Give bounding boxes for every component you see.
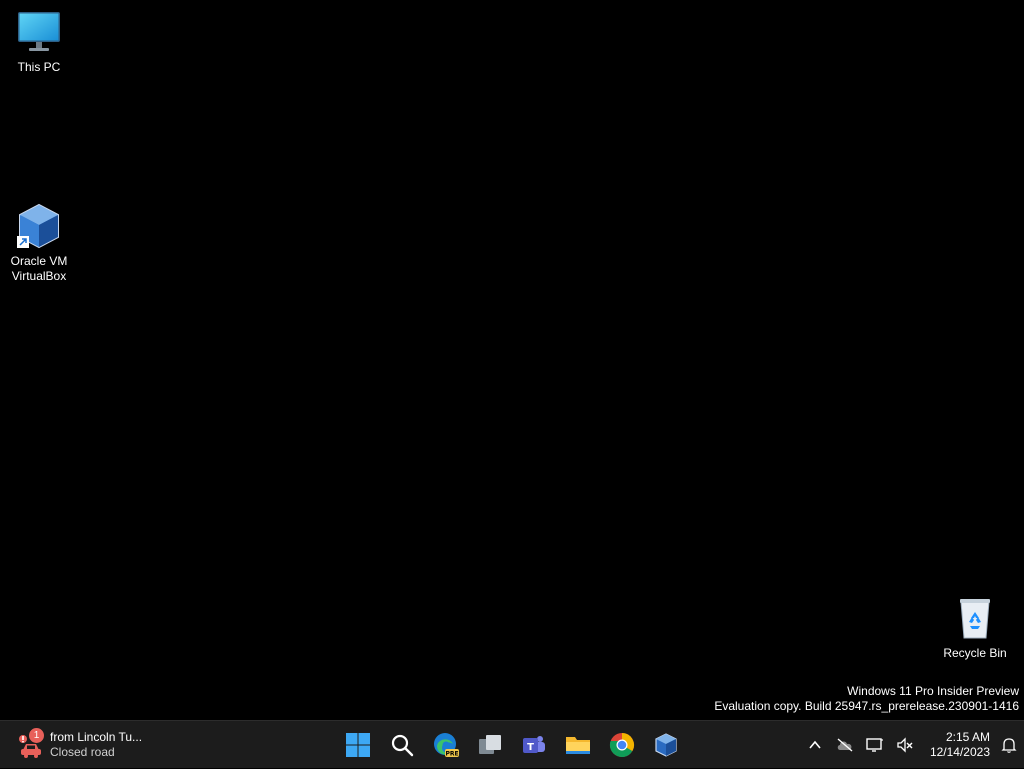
- onedrive-button[interactable]: [830, 725, 860, 765]
- traffic-car-icon: 1: [16, 728, 46, 760]
- virtualbox-icon: [15, 202, 63, 250]
- recycle-bin-label: Recycle Bin: [943, 646, 1007, 660]
- edge-icon: PRE: [434, 733, 459, 758]
- virtualbox-shortcut[interactable]: Oracle VM VirtualBox: [1, 202, 77, 284]
- recycle-bin-shortcut[interactable]: Recycle Bin: [937, 594, 1013, 661]
- notifications-button[interactable]: [994, 725, 1024, 765]
- widget-title: from Lincoln Tu...: [50, 730, 143, 744]
- volume-muted-icon: [897, 737, 913, 753]
- volume-button[interactable]: [890, 725, 920, 765]
- this-pc-shortcut[interactable]: This PC: [1, 8, 77, 75]
- svg-text:T: T: [527, 742, 534, 753]
- svg-text:PRE: PRE: [445, 751, 458, 758]
- system-tray: 2:15 AM 12/14/2023: [800, 721, 1024, 769]
- virtualbox-icon: [655, 733, 677, 757]
- widgets-button[interactable]: 1 from Lincoln Tu... Closed road: [16, 726, 166, 764]
- watermark-build: Evaluation copy. Build 25947.rs_prerelea…: [714, 699, 1019, 713]
- teams-button[interactable]: T: [514, 725, 554, 765]
- folder-icon: [566, 737, 590, 754]
- start-button[interactable]: [338, 725, 378, 765]
- cloud-offline-icon: [837, 738, 853, 752]
- search-button[interactable]: [382, 725, 422, 765]
- notification-badge: 1: [29, 728, 44, 743]
- windows-watermark: Windows 11 Pro Insider Preview Evaluatio…: [714, 684, 1019, 714]
- network-icon: [866, 738, 883, 752]
- task-view-icon: [479, 735, 501, 754]
- bell-icon: [1001, 738, 1017, 753]
- teams-icon: T: [523, 736, 545, 753]
- widget-subtitle: Closed road: [50, 745, 115, 759]
- chevron-up-icon: [809, 740, 821, 749]
- monitor-icon: [15, 8, 63, 56]
- network-button[interactable]: [860, 725, 890, 765]
- chrome-icon: [609, 733, 635, 758]
- recycle-bin-icon: [951, 594, 999, 642]
- watermark-edition: Windows 11 Pro Insider Preview: [847, 684, 1019, 698]
- clock-date: 12/14/2023: [929, 745, 990, 759]
- file-explorer-button[interactable]: [558, 725, 598, 765]
- taskbar-apps: PRE T: [336, 721, 688, 769]
- virtualbox-label: Oracle VM VirtualBox: [10, 254, 68, 283]
- desktop: This PC Oracle VM VirtualBox Recycle Bin…: [0, 0, 1024, 720]
- virtualbox-button[interactable]: [646, 725, 686, 765]
- search-icon: [391, 734, 414, 757]
- clock-time: 2:15 AM: [945, 730, 990, 744]
- edge-beta-button[interactable]: PRE: [426, 725, 466, 765]
- clock-button[interactable]: 2:15 AM 12/14/2023: [920, 725, 994, 765]
- this-pc-label: This PC: [17, 60, 61, 74]
- task-view-button[interactable]: [470, 725, 510, 765]
- taskbar: 1 from Lincoln Tu... Closed road PRE T 2…: [0, 720, 1024, 768]
- chrome-button[interactable]: [602, 725, 642, 765]
- windows-logo-icon: [346, 733, 370, 757]
- show-hidden-icons-button[interactable]: [800, 725, 830, 765]
